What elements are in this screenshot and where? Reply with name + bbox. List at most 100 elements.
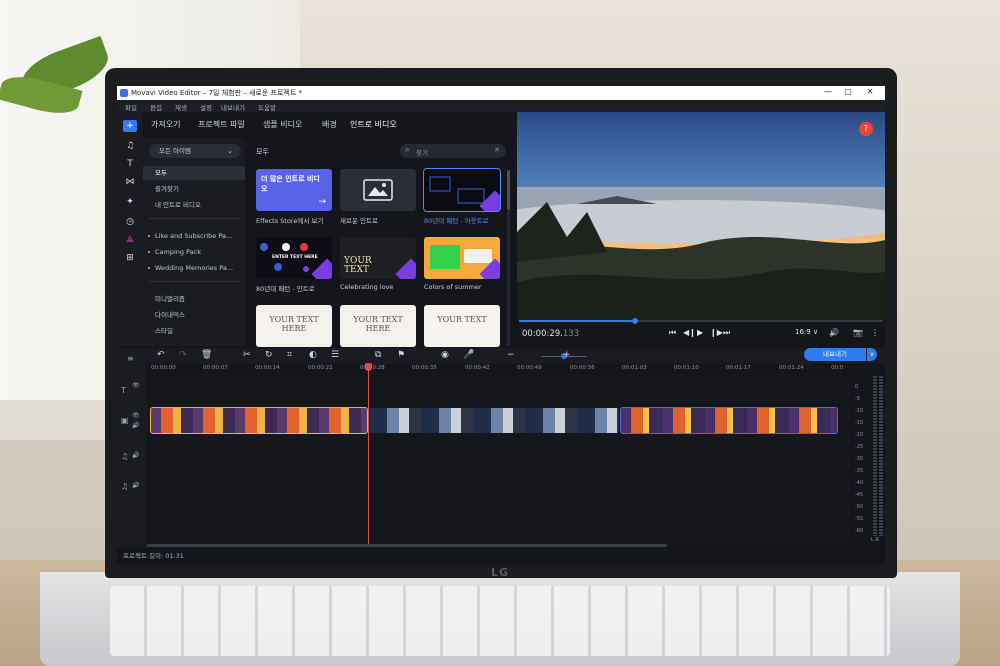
rotate-icon[interactable]: ↻ (265, 350, 273, 360)
section-label: 모두 (256, 148, 269, 156)
volume-icon[interactable]: 🔊 (132, 422, 139, 429)
more-icon[interactable]: ⋮ (871, 328, 879, 337)
help-button[interactable]: ? (859, 122, 873, 136)
progress-knob[interactable] (632, 318, 639, 324)
prev-frame-icon[interactable]: ◀❙ (683, 328, 696, 337)
video-preview[interactable] (517, 112, 885, 320)
sidebar-pack[interactable]: Like and Subscribe Pa... (143, 229, 245, 243)
tab-sample-videos[interactable]: 샘플 비디오 (263, 119, 302, 130)
overlay-icon[interactable]: ⧉ (375, 350, 381, 360)
menu-export[interactable]: 내보내기 (221, 102, 245, 112)
tab-import[interactable]: 가져오기 (151, 119, 180, 130)
split-icon[interactable]: ✂ (243, 350, 251, 360)
webcam-icon[interactable]: ◉ (441, 350, 449, 360)
eye-icon[interactable]: 👁 (132, 382, 140, 389)
transitions-icon[interactable]: ⋈ (123, 176, 137, 188)
tab-intro-videos[interactable]: 인트로 비디오 (350, 119, 397, 130)
sidebar-item-all[interactable]: 모두 (143, 166, 245, 180)
color-adjust-icon[interactable]: ◐ (309, 350, 317, 360)
skip-start-icon[interactable]: ⏮ (669, 328, 676, 338)
tracks-menu-icon[interactable]: ≡ (127, 354, 134, 363)
title-bar: Movavi Video Editor – 7일 체험판 – 새로운 프로젝트 … (117, 86, 885, 100)
undo-icon[interactable]: ↶ (157, 350, 165, 360)
next-frame-icon[interactable]: ❙▶ (710, 328, 723, 337)
library-scrollbar[interactable] (507, 170, 510, 346)
project-length: 프로젝트 길이: 01:31 (123, 552, 184, 560)
tab-project-files[interactable]: 프로젝트 파일 (198, 119, 245, 130)
new-badge (395, 258, 416, 279)
video-clip[interactable] (150, 407, 368, 434)
card-caption: 새로운 인트로 (340, 217, 378, 225)
zoom-out-icon[interactable]: − (507, 350, 515, 360)
playhead[interactable] (365, 363, 372, 546)
playback-progress[interactable] (519, 318, 883, 324)
close-button[interactable]: ✕ (863, 87, 877, 96)
microphone-icon[interactable]: 🎤 (463, 350, 474, 360)
filters-icon[interactable]: ✦ (123, 196, 137, 208)
timeline-scrollbar[interactable] (147, 544, 667, 547)
card-thumbnail (424, 237, 500, 279)
clear-icon[interactable]: ✕ (494, 146, 500, 154)
snapshot-icon[interactable]: 📷 (853, 328, 863, 337)
menu-help[interactable]: 도움말 (258, 102, 276, 112)
dropdown-value: 모든 아이템 (159, 147, 191, 155)
import-tabs: 가져오기 프로젝트 파일 샘플 비디오 배경 인트로 비디오 (147, 116, 517, 132)
time-ruler[interactable]: 00:00:00 00:00:07 00:00:14 00:00:21 00:0… (151, 364, 851, 376)
sidebar-category[interactable]: 스타일 (143, 324, 245, 338)
keyboard (110, 586, 890, 656)
marker-icon[interactable]: ⚑ (397, 350, 405, 360)
volume-icon[interactable]: 🔊 (829, 328, 839, 337)
meter-bar-right (879, 376, 883, 536)
sidebar-item-my-intros[interactable]: 내 인트로 비디오 (143, 198, 245, 212)
menu-playback[interactable]: 재생 (175, 102, 187, 112)
sidebar-category[interactable]: 미니멀리즘 (143, 292, 245, 306)
timeline-tracks[interactable] (147, 376, 851, 544)
maximize-button[interactable]: ▢ (841, 87, 855, 96)
card-thumbnail: YOUR TEXT (340, 237, 416, 279)
audio-track-icon: ♫ (121, 482, 129, 491)
sidebar-item-favorites[interactable]: 즐겨찾기 (143, 182, 245, 196)
player-controls: 00:00:29.133 ⏮ ◀❙ ▶ ❙▶ ⏭ 16:9 ∨ 🔊 📷 ⋮ (517, 318, 885, 346)
redo-icon[interactable]: ↷ (179, 350, 187, 360)
minimize-button[interactable]: — (821, 87, 835, 96)
export-button[interactable]: 내보내기 (804, 348, 866, 361)
play-icon[interactable]: ▶ (697, 328, 703, 337)
card-thumbnail: ENTER TEXT HERE (256, 237, 332, 279)
volume-icon[interactable]: 🔊 (132, 482, 139, 489)
tab-backgrounds[interactable]: 배경 (322, 119, 337, 130)
aspect-ratio-select[interactable]: 16:9 ∨ (795, 328, 818, 336)
divider (149, 218, 239, 219)
add-media-icon[interactable]: + (123, 120, 137, 132)
screen: Movavi Video Editor – 7일 체험판 – 새로운 프로젝트 … (117, 86, 885, 564)
sidebar-pack[interactable]: Camping Pack (143, 245, 245, 259)
intro-icon[interactable]: ⟁ (123, 234, 137, 246)
title-track-icon: T (121, 386, 126, 395)
sidebar-pack[interactable]: Wedding Memories Pa... (143, 261, 245, 275)
menu-edit[interactable]: 편집 (150, 102, 162, 112)
card-thumbnail: YOUR TEXT (424, 305, 500, 347)
menu-settings[interactable]: 설정 (200, 102, 212, 112)
zoom-in-icon[interactable]: + (563, 350, 571, 360)
intro-library: 모두 ⌕ 찾기 ✕ 더 많은 인트로 비디오 → Effects Store에서… (250, 138, 518, 347)
music-icon[interactable]: ♫ (123, 140, 137, 152)
titles-icon[interactable]: T (123, 158, 137, 170)
skip-end-icon[interactable]: ⏭ (723, 328, 730, 338)
chevron-down-icon: ⌄ (227, 147, 233, 155)
clip-properties-icon[interactable]: ☰ (331, 350, 339, 360)
preview-frame (517, 112, 885, 320)
video-clip[interactable] (620, 407, 838, 434)
eye-icon[interactable]: 👁 (132, 412, 140, 419)
delete-icon[interactable]: 🗑 (201, 350, 212, 360)
clock-icon[interactable]: ◷ (123, 216, 137, 228)
category-dropdown[interactable]: 모든 아이템 ⌄ (149, 144, 241, 158)
timeline-toolbar: ↶ ↷ 🗑 ✂ ↻ ⌗ ◐ ☰ ⧉ ⚑ ◉ 🎤 − + (143, 348, 885, 364)
brand-logo: LG (490, 566, 510, 579)
sidebar-category[interactable]: 다이내믹스 (143, 308, 245, 322)
search-input[interactable]: ⌕ 찾기 ✕ (400, 144, 506, 158)
volume-icon[interactable]: 🔊 (132, 452, 139, 459)
more-tools-icon[interactable]: ⊞ (123, 252, 137, 264)
video-track-icon: ▣ (121, 416, 129, 425)
menu-file[interactable]: 파일 (125, 102, 137, 112)
crop-icon[interactable]: ⌗ (287, 350, 292, 360)
video-clip[interactable] (369, 408, 619, 433)
